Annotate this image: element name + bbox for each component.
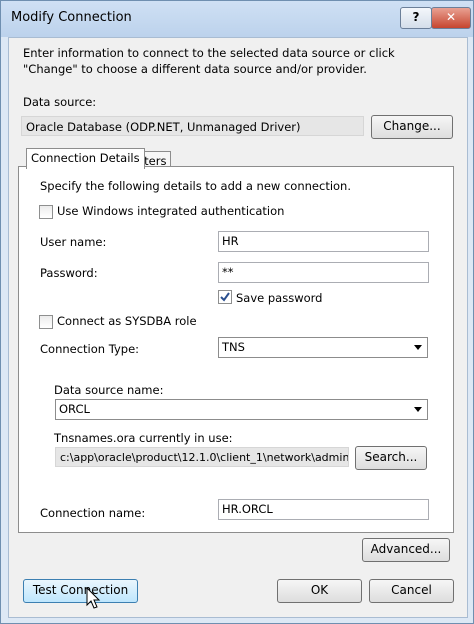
- save-password-checkbox[interactable]: [218, 290, 232, 304]
- save-password-label: Save password: [236, 291, 323, 305]
- close-button[interactable]: ✕: [431, 7, 471, 29]
- search-button[interactable]: Search...: [355, 446, 427, 470]
- cancel-button[interactable]: Cancel: [369, 579, 454, 603]
- windows-auth-label: Use Windows integrated authentication: [57, 204, 285, 218]
- mouse-cursor-icon: [86, 587, 101, 609]
- change-button[interactable]: Change...: [371, 115, 453, 139]
- chevron-down-icon: [414, 407, 422, 412]
- password-label: Password:: [40, 266, 98, 280]
- data-source-name-value: ORCL: [59, 402, 90, 416]
- connection-name-input[interactable]: HR.ORCL: [218, 499, 429, 520]
- data-source-name-label: Data source name:: [54, 383, 164, 397]
- data-source-field: Oracle Database (ODP.NET, Unmanaged Driv…: [21, 116, 364, 136]
- data-source-label: Data source:: [23, 95, 97, 109]
- connection-type-label: Connection Type:: [40, 342, 140, 356]
- checkmark-icon: [220, 292, 230, 302]
- modify-connection-dialog: Modify Connection ? ✕ Enter information …: [0, 0, 474, 624]
- password-input[interactable]: **: [218, 262, 429, 283]
- chevron-down-icon: [414, 345, 422, 350]
- advanced-button[interactable]: Advanced...: [362, 538, 450, 562]
- instructions-text: Specify the following details to add a n…: [40, 179, 351, 193]
- user-name-label: User name:: [40, 235, 107, 249]
- connection-type-value: TNS: [222, 340, 245, 354]
- data-source-name-select[interactable]: ORCL: [55, 399, 428, 420]
- intro-text: Enter information to connect to the sele…: [23, 46, 395, 76]
- user-name-input[interactable]: HR: [218, 231, 429, 252]
- windows-auth-checkbox[interactable]: [39, 205, 53, 219]
- sysdba-label: Connect as SYSDBA role: [57, 314, 197, 328]
- connection-details-panel: Specify the following details to add a n…: [18, 166, 454, 533]
- help-button[interactable]: ?: [400, 7, 432, 29]
- connection-type-select[interactable]: TNS: [218, 337, 428, 358]
- tab-connection-details[interactable]: Connection Details: [26, 148, 145, 169]
- sysdba-checkbox[interactable]: [39, 315, 53, 329]
- ok-button[interactable]: OK: [277, 579, 362, 603]
- title-bar[interactable]: Modify Connection ? ✕: [1, 1, 473, 37]
- tnsnames-path-field: c:\app\oracle\product\12.1.0\client_1\ne…: [55, 447, 349, 467]
- connection-name-label: Connection name:: [40, 506, 146, 520]
- window-title: Modify Connection: [11, 10, 132, 25]
- tnsnames-label: Tnsnames.ora currently in use:: [54, 431, 233, 445]
- test-connection-button[interactable]: Test Connection: [23, 579, 138, 603]
